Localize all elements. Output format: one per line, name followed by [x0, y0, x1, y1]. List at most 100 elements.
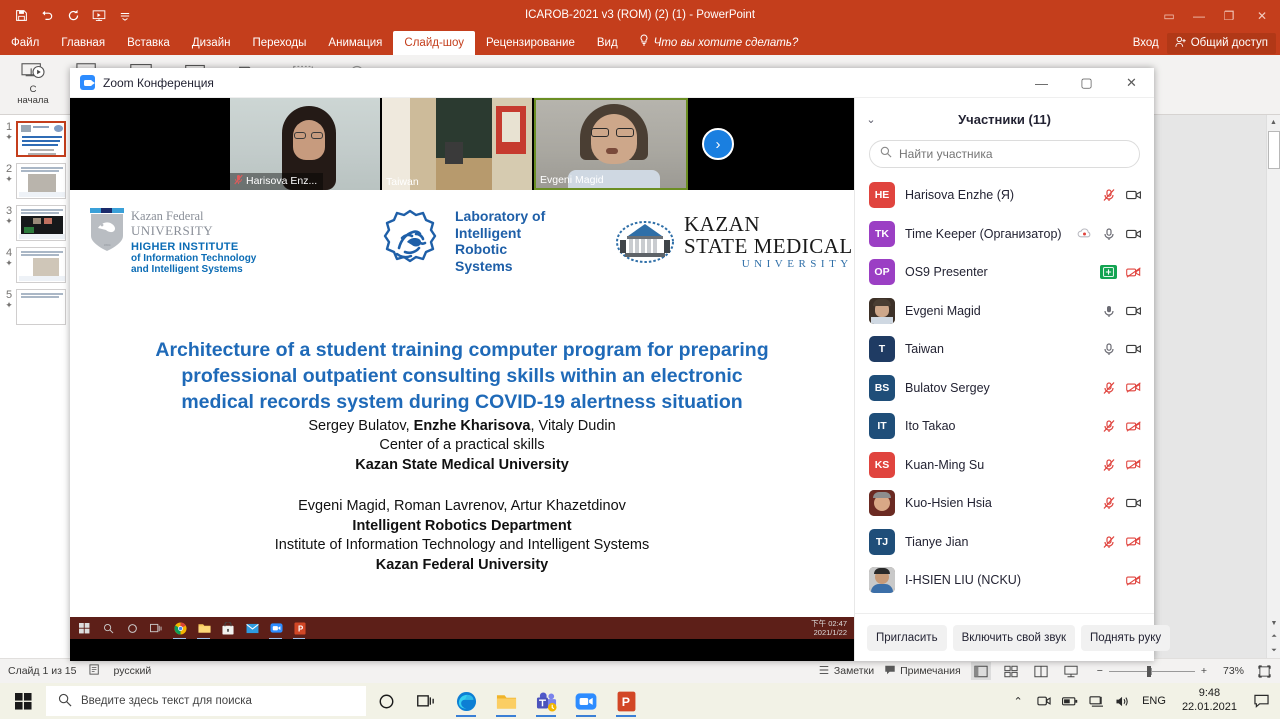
- customize-qat-icon[interactable]: [112, 4, 138, 28]
- network-icon[interactable]: [1083, 683, 1109, 719]
- slide-thumbnail-pane[interactable]: 1✦ 2✦: [0, 115, 72, 658]
- participant-row[interactable]: Evgeni Magid: [855, 292, 1154, 331]
- thumbnail-item-3[interactable]: 3✦: [0, 199, 71, 241]
- tab-slideshow[interactable]: Слайд-шоу: [393, 31, 475, 55]
- participant-row[interactable]: IT Ito Takao: [855, 407, 1154, 446]
- video-on-icon[interactable]: [1126, 495, 1142, 511]
- video-off-icon[interactable]: [1126, 264, 1142, 280]
- search-input[interactable]: [899, 147, 1129, 161]
- comments-button[interactable]: Примечания: [884, 664, 961, 679]
- video-off-icon[interactable]: [1126, 457, 1142, 473]
- language-indicator[interactable]: ENG: [1135, 695, 1173, 707]
- powerpoint-icon[interactable]: P: [292, 620, 308, 636]
- windows-start-icon[interactable]: [76, 620, 92, 636]
- minimize-button[interactable]: —: [1184, 0, 1214, 31]
- tab-design[interactable]: Дизайн: [181, 31, 242, 55]
- mic-on-icon[interactable]: [1101, 303, 1117, 319]
- language-indicator[interactable]: русский: [114, 665, 152, 677]
- sign-in-link[interactable]: Вход: [1133, 37, 1159, 49]
- zoom-tray-icon[interactable]: [1031, 683, 1057, 719]
- zoom-icon[interactable]: [268, 620, 284, 636]
- participant-row[interactable]: HE Harisova Enzhe (Я): [855, 176, 1154, 215]
- muted-mic-icon[interactable]: [1101, 495, 1117, 511]
- scrollbar-thumb[interactable]: [1268, 131, 1280, 169]
- video-on-icon[interactable]: [1126, 303, 1142, 319]
- slideshow-view-button[interactable]: [1061, 662, 1081, 680]
- video-tile-taiwan[interactable]: Taiwan: [382, 98, 532, 190]
- slide-counter[interactable]: Слайд 1 из 15: [8, 665, 77, 677]
- powerpoint-icon[interactable]: P: [606, 683, 646, 719]
- zoom-out-button[interactable]: −: [1091, 665, 1109, 677]
- redo-icon[interactable]: [60, 4, 86, 28]
- scroll-up-icon[interactable]: ▲: [1267, 115, 1280, 129]
- search-icon[interactable]: [100, 620, 116, 636]
- volume-icon[interactable]: [1109, 683, 1135, 719]
- scroll-down-icon[interactable]: ▼: [1267, 616, 1280, 630]
- video-on-icon[interactable]: [1126, 341, 1142, 357]
- tab-review[interactable]: Рецензирование: [475, 31, 586, 55]
- undo-icon[interactable]: [34, 4, 60, 28]
- windows-start-icon[interactable]: [0, 683, 46, 719]
- microsoft-teams-icon[interactable]: [526, 683, 566, 719]
- slide-vertical-scrollbar[interactable]: ▲ ▼ ⏶ ⏷: [1266, 115, 1280, 658]
- clock[interactable]: 9:48 22.01.2021: [1173, 687, 1246, 715]
- normal-view-button[interactable]: [971, 662, 991, 680]
- start-presentation-icon[interactable]: [86, 4, 112, 28]
- participant-row[interactable]: TJ Tianye Jian: [855, 523, 1154, 562]
- muted-mic-icon[interactable]: [1101, 418, 1117, 434]
- file-explorer-icon[interactable]: [196, 620, 212, 636]
- zoom-handle[interactable]: [1147, 666, 1151, 677]
- mic-on-icon[interactable]: [1101, 341, 1117, 357]
- ribbon-from-beginning[interactable]: С начала: [6, 55, 60, 107]
- taskbar-search-box[interactable]: Введите здесь текст для поиска: [46, 686, 366, 716]
- mail-icon[interactable]: [244, 620, 260, 636]
- share-button[interactable]: Общий доступ: [1167, 33, 1276, 54]
- zoom-track[interactable]: [1109, 671, 1195, 672]
- tab-insert[interactable]: Вставка: [116, 31, 181, 55]
- close-button[interactable]: ✕: [1244, 0, 1280, 31]
- unmute-button[interactable]: Включить свой звук: [953, 625, 1075, 651]
- tab-file[interactable]: Файл: [0, 31, 50, 55]
- video-on-icon[interactable]: [1126, 187, 1142, 203]
- invite-button[interactable]: Пригласить: [867, 625, 947, 651]
- tell-me-box[interactable]: Что вы хотите сделать?: [629, 31, 809, 55]
- chevron-down-icon[interactable]: ⌄: [855, 98, 887, 140]
- participant-row[interactable]: BS Bulatov Sergey: [855, 369, 1154, 408]
- tab-home[interactable]: Главная: [50, 31, 116, 55]
- restore-button[interactable]: ❐: [1214, 0, 1244, 31]
- muted-mic-icon[interactable]: [1101, 187, 1117, 203]
- zoom-icon[interactable]: [566, 683, 606, 719]
- slide-sorter-button[interactable]: [1001, 662, 1021, 680]
- reading-view-button[interactable]: [1031, 662, 1051, 680]
- action-center-icon[interactable]: [1246, 683, 1276, 719]
- cortana-icon[interactable]: [366, 683, 406, 719]
- participant-row[interactable]: I-HSIEN LIU (NCKU): [855, 561, 1154, 600]
- zoom-slider[interactable]: − +: [1091, 665, 1213, 677]
- participant-row[interactable]: OP OS9 Presenter: [855, 253, 1154, 292]
- zoom-in-button[interactable]: +: [1195, 665, 1213, 677]
- cortana-icon[interactable]: [124, 620, 140, 636]
- muted-mic-icon[interactable]: [1101, 380, 1117, 396]
- zoom-maximize-button[interactable]: ▢: [1064, 68, 1109, 98]
- participant-row[interactable]: KS Kuan-Ming Su: [855, 446, 1154, 485]
- file-explorer-icon[interactable]: [486, 683, 526, 719]
- task-view-icon[interactable]: [406, 683, 446, 719]
- thumbnail-item-2[interactable]: 2✦: [0, 157, 71, 199]
- mic-on-icon[interactable]: [1101, 226, 1117, 242]
- next-slide-icon[interactable]: ⏷: [1267, 644, 1280, 658]
- thumbnail-item-4[interactable]: 4✦: [0, 241, 71, 283]
- participant-row[interactable]: Kuo-Hsien Hsia: [855, 484, 1154, 523]
- participant-row[interactable]: TK Time Keeper (Организатор): [855, 215, 1154, 254]
- battery-icon[interactable]: [1057, 683, 1083, 719]
- participants-search-box[interactable]: [869, 140, 1140, 168]
- video-tile-harisova[interactable]: Harisova Enz...: [230, 98, 380, 190]
- show-hidden-icons-button[interactable]: ⌃: [1005, 683, 1031, 719]
- next-page-button[interactable]: ›: [702, 128, 734, 160]
- fit-slide-to-window-button[interactable]: [1254, 662, 1274, 680]
- participants-list[interactable]: HE Harisova Enzhe (Я): [855, 176, 1154, 613]
- save-icon[interactable]: [8, 4, 34, 28]
- video-off-icon[interactable]: [1126, 380, 1142, 396]
- video-on-icon[interactable]: [1126, 226, 1142, 242]
- spell-check-icon[interactable]: [89, 663, 102, 679]
- zoom-close-button[interactable]: ✕: [1109, 68, 1154, 98]
